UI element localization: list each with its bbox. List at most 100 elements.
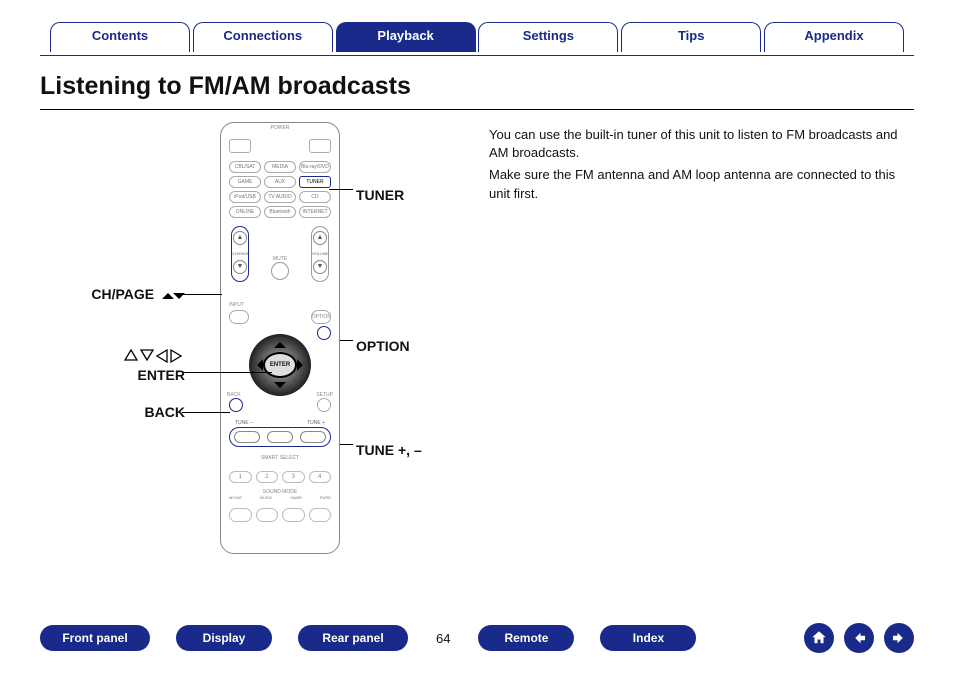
- src-btn: GAME: [229, 176, 261, 188]
- power-label: POWER: [221, 123, 339, 131]
- title-rule: [40, 109, 914, 110]
- tab-contents[interactable]: Contents: [50, 22, 190, 52]
- mode-btn-icon: [256, 508, 279, 522]
- tune-plus-label: TUNE +: [307, 420, 325, 426]
- leader-chpage: [182, 294, 222, 295]
- back-button-icon: [229, 398, 243, 412]
- mode-btn-icon: [309, 508, 332, 522]
- input-label: INPUT: [229, 302, 244, 308]
- smart-1-icon: 1: [229, 471, 252, 483]
- input-pill-icon: [311, 310, 331, 324]
- callout-tune: TUNE +, –: [356, 437, 422, 461]
- src-btn: MEDIA PLAYER: [264, 161, 296, 173]
- callout-chpage: CH/PAGE: [15, 286, 185, 302]
- callout-enter-label: ENTER: [138, 367, 185, 383]
- tune-minus-icon: [234, 431, 260, 443]
- src-btn: CBL/SAT: [229, 161, 261, 173]
- smart-3-icon: 3: [282, 471, 305, 483]
- home-icon: [810, 629, 828, 647]
- arrow-right-icon: [890, 629, 908, 647]
- tab-appendix[interactable]: Appendix: [764, 22, 904, 52]
- input-pill-icon: [229, 310, 249, 324]
- arrow-left-icon: [850, 629, 868, 647]
- footer-nav-icons: [804, 623, 914, 653]
- leader-back: [182, 412, 230, 413]
- mode-pure: PURE: [320, 495, 331, 500]
- body-paragraph-2: Make sure the FM antenna and AM loop ant…: [489, 166, 914, 202]
- tune-plus-icon: [300, 431, 326, 443]
- volume-pill: ▲ VOLUME ▼: [311, 226, 329, 282]
- page-title: Listening to FM/AM broadcasts: [40, 56, 914, 109]
- footer-remote-button[interactable]: Remote: [478, 625, 574, 651]
- next-page-button[interactable]: [884, 623, 914, 653]
- footer-front-panel-button[interactable]: Front panel: [40, 625, 150, 651]
- home-button[interactable]: [804, 623, 834, 653]
- footer-display-button[interactable]: Display: [176, 625, 272, 651]
- mode-btn-icon: [229, 508, 252, 522]
- dpad-icon: ENTER: [249, 334, 311, 396]
- tab-settings[interactable]: Settings: [478, 22, 618, 52]
- dpad-left-icon: [251, 359, 263, 371]
- dpad-outline-icons: [123, 348, 185, 364]
- callout-back: BACK: [15, 404, 185, 420]
- src-btn-tuner: TUNER: [299, 176, 331, 188]
- power-row: [221, 131, 339, 157]
- mode-btn-icon: [282, 508, 305, 522]
- option-button-icon: [317, 326, 331, 340]
- ch-page-label: CH/PAGE: [232, 251, 248, 256]
- mute-button-icon: [271, 262, 289, 280]
- vol-up-icon: ▲: [313, 231, 327, 245]
- source-grid: CBL/SAT MEDIA PLAYER Blu-ray/DVD GAME AU…: [221, 157, 339, 222]
- ch-up-icon: ▲: [233, 231, 247, 245]
- ch-page-pill: ▲ CH/PAGE ▼: [231, 226, 249, 282]
- footer-index-button[interactable]: Index: [600, 625, 696, 651]
- sound-mode-row: [221, 508, 339, 528]
- callout-option: OPTION: [356, 333, 410, 357]
- smart-2-icon: 2: [256, 471, 279, 483]
- prev-page-button[interactable]: [844, 623, 874, 653]
- src-btn: ONLINE MUSIC: [229, 206, 261, 218]
- callout-tuner: TUNER: [356, 182, 404, 206]
- smart-select-row: 1 2 3 4: [221, 471, 339, 483]
- body-text-column: You can use the built-in tuner of this u…: [489, 122, 914, 602]
- src-btn: Blu-ray/DVD: [299, 161, 331, 173]
- mode-music: MUSIC: [260, 495, 273, 500]
- sound-labels: MOVIE MUSIC GAME PURE: [221, 495, 339, 500]
- remote-illustration: POWER CBL/SAT MEDIA PLAYER Blu-ray/DVD G…: [220, 122, 340, 554]
- dpad-down-icon: [274, 382, 286, 394]
- page-number: 64: [434, 631, 452, 646]
- src-btn: TV AUDIO: [264, 191, 296, 203]
- tab-playback[interactable]: Playback: [336, 22, 476, 52]
- leader-enter: [182, 372, 272, 373]
- leader-option: [340, 340, 353, 341]
- src-btn: iPod/USB: [229, 191, 261, 203]
- dpad-block: INPUT OPTION ENTER BACK SETUP: [221, 304, 339, 412]
- body-paragraph-1: You can use the built-in tuner of this u…: [489, 126, 914, 162]
- triangle-down-icon: [173, 293, 185, 299]
- vol-down-icon: ▼: [313, 260, 327, 274]
- main-area: POWER CBL/SAT MEDIA PLAYER Blu-ray/DVD G…: [40, 122, 914, 602]
- src-btn: AUX: [264, 176, 296, 188]
- src-btn: Bluetooth: [264, 206, 296, 218]
- leader-tune: [340, 444, 353, 445]
- dpad-up-icon: [274, 336, 286, 348]
- tune-pill: [229, 427, 331, 447]
- top-tabs: Contents Connections Playback Settings T…: [40, 0, 914, 56]
- leader-tuner: [329, 189, 353, 190]
- callout-chpage-label: CH/PAGE: [91, 286, 154, 302]
- tune-labels: TUNE – TUNE +: [229, 420, 331, 427]
- footer-rear-panel-button[interactable]: Rear panel: [298, 625, 408, 651]
- tab-connections[interactable]: Connections: [193, 22, 333, 52]
- power-button-icon: [229, 139, 251, 153]
- dpad-right-icon: [297, 359, 309, 371]
- src-btn: INTERNET RADIO: [299, 206, 331, 218]
- smart-select-label: SMART SELECT: [221, 455, 339, 461]
- mode-game: GAME: [290, 495, 302, 500]
- play-pause-icon: [267, 431, 293, 443]
- footer-row: Front panel Display Rear panel 64 Remote…: [40, 623, 914, 653]
- volume-label: VOLUME: [312, 251, 328, 256]
- tune-block: TUNE – TUNE +: [221, 420, 339, 447]
- src-btn: CD: [299, 191, 331, 203]
- mode-movie: MOVIE: [229, 495, 242, 500]
- tab-tips[interactable]: Tips: [621, 22, 761, 52]
